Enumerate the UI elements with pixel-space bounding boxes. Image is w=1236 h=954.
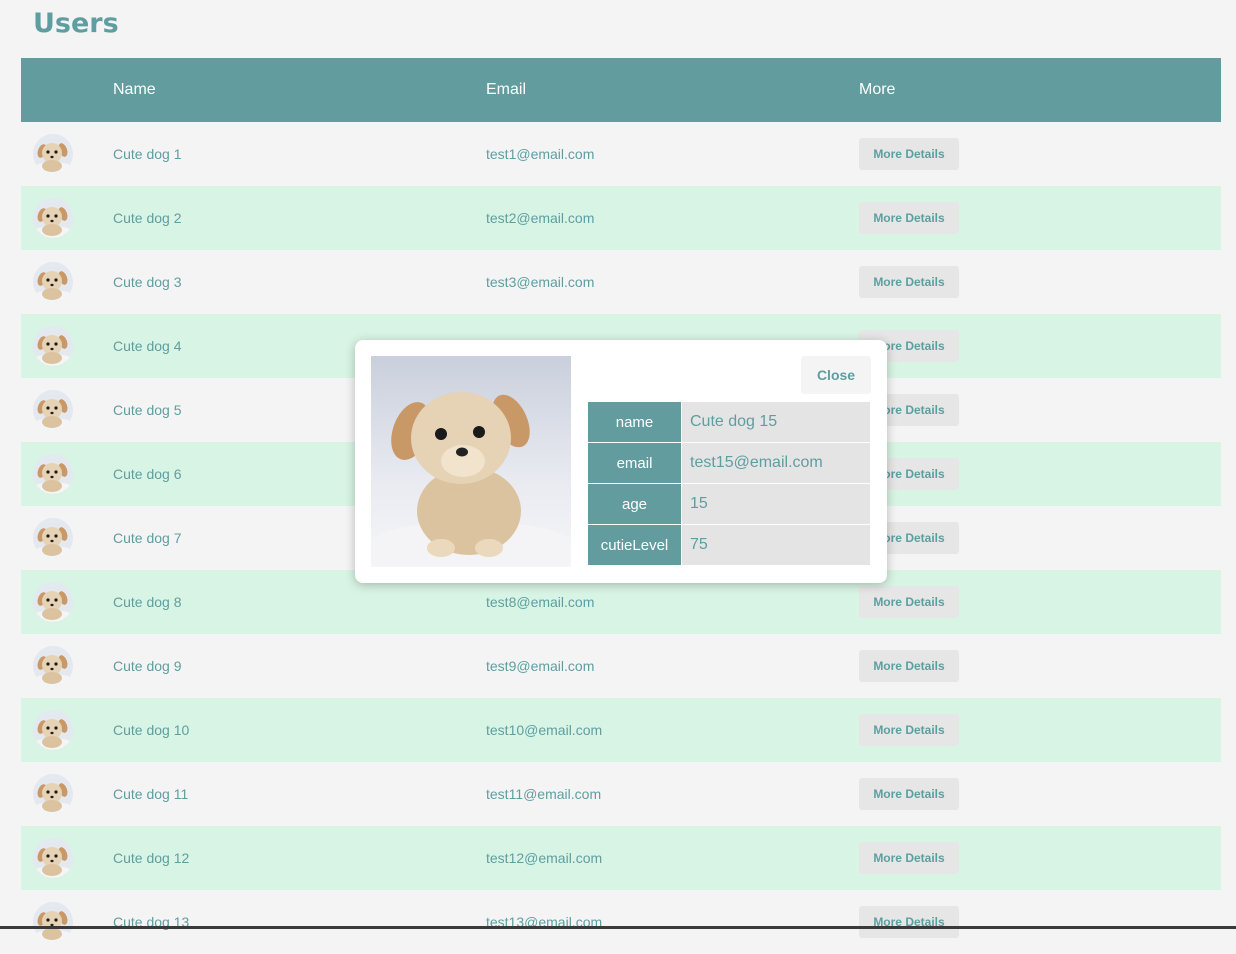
- more-details-button[interactable]: More Details: [859, 906, 959, 938]
- user-email: test1@email.com: [486, 146, 595, 162]
- user-name: Cute dog 6: [113, 466, 182, 482]
- user-name: Cute dog 8: [113, 594, 182, 610]
- user-name: Cute dog 3: [113, 274, 182, 290]
- user-email: test12@email.com: [486, 850, 603, 866]
- avatar: [33, 774, 73, 814]
- more-details-button[interactable]: More Details: [859, 778, 959, 810]
- table-row: Cute dog 1 test1@email.com More Details: [21, 122, 1221, 186]
- detail-row: age 15: [587, 483, 871, 525]
- more-details-button[interactable]: More Details: [859, 714, 959, 746]
- avatar: [33, 518, 73, 558]
- column-header-name: Name: [113, 81, 156, 98]
- user-name: Cute dog 5: [113, 402, 182, 418]
- detail-value: 15: [681, 483, 871, 525]
- user-name: Cute dog 9: [113, 658, 182, 674]
- table-row: Cute dog 3 test3@email.com More Details: [21, 250, 1221, 314]
- page-title: Users: [33, 8, 119, 39]
- avatar: [33, 326, 73, 366]
- avatar: [33, 390, 73, 430]
- more-details-button[interactable]: More Details: [859, 266, 959, 298]
- user-name: Cute dog 7: [113, 530, 182, 546]
- user-name: Cute dog 1: [113, 146, 182, 162]
- user-email: test2@email.com: [486, 210, 595, 226]
- more-details-button[interactable]: More Details: [859, 202, 959, 234]
- user-name: Cute dog 4: [113, 338, 182, 354]
- user-email: test3@email.com: [486, 274, 595, 290]
- table-row: Cute dog 9 test9@email.com More Details: [21, 634, 1221, 698]
- column-header-email: Email: [486, 81, 527, 98]
- detail-key: email: [587, 442, 682, 484]
- avatar: [33, 646, 73, 686]
- user-name: Cute dog 11: [113, 786, 189, 802]
- detail-key: age: [587, 483, 682, 525]
- table-row: Cute dog 2 test2@email.com More Details: [21, 186, 1221, 250]
- detail-key: cutieLevel: [587, 524, 682, 566]
- avatar: [33, 710, 73, 750]
- detail-row: email test15@email.com: [587, 442, 871, 484]
- user-email: test8@email.com: [486, 594, 595, 610]
- user-email: test10@email.com: [486, 722, 603, 738]
- avatar: [33, 262, 73, 302]
- avatar: [33, 134, 73, 174]
- detail-key: name: [587, 401, 682, 443]
- user-email: test9@email.com: [486, 658, 595, 674]
- more-details-button[interactable]: More Details: [859, 138, 959, 170]
- avatar: [33, 582, 73, 622]
- user-name: Cute dog 12: [113, 850, 190, 866]
- dog-photo: [371, 356, 571, 567]
- more-details-button[interactable]: More Details: [859, 842, 959, 874]
- avatar: [33, 454, 73, 494]
- details-table: name Cute dog 15 email test15@email.com age 1…: [587, 401, 871, 566]
- user-name: Cute dog 10: [113, 722, 190, 738]
- detail-row: name Cute dog 15: [587, 401, 871, 443]
- more-details-button[interactable]: More Details: [859, 650, 959, 682]
- close-button[interactable]: Close: [801, 356, 871, 394]
- detail-row: cutieLevel 75: [587, 524, 871, 566]
- table-row: Cute dog 13 test13@email.com More Details: [21, 890, 1221, 954]
- table-header: Name Email More: [21, 58, 1221, 122]
- user-email: test11@email.com: [486, 786, 602, 802]
- detail-value: 75: [681, 524, 871, 566]
- user-name: Cute dog 2: [113, 210, 182, 226]
- table-row: Cute dog 12 test12@email.com More Details: [21, 826, 1221, 890]
- avatar: [33, 838, 73, 878]
- details-modal: Close name Cute dog 15 email test15@email.c…: [355, 340, 887, 583]
- column-header-more: More: [859, 81, 896, 98]
- table-row: Cute dog 11 test11@email.com More Details: [21, 762, 1221, 826]
- detail-value: test15@email.com: [681, 442, 871, 484]
- detail-value: Cute dog 15: [681, 401, 871, 443]
- avatar: [33, 198, 73, 238]
- table-row: Cute dog 10 test10@email.com More Details: [21, 698, 1221, 762]
- more-details-button[interactable]: More Details: [859, 586, 959, 618]
- avatar: [33, 902, 73, 942]
